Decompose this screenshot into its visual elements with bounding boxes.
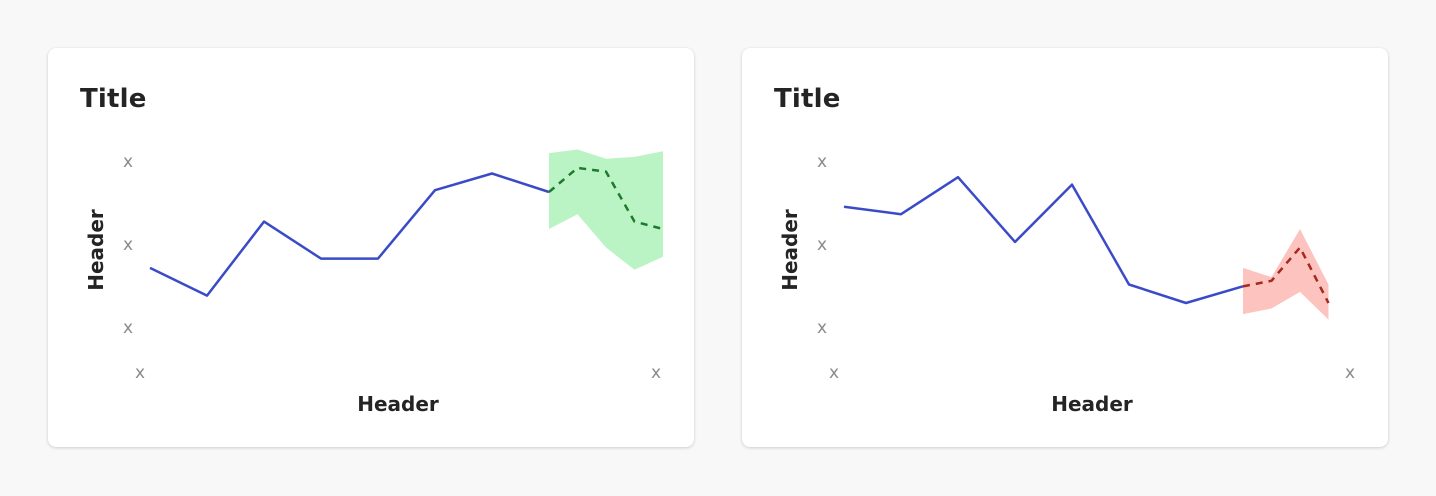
x-axis-title: Header [1051,392,1133,416]
x-tick-label: x [829,363,839,383]
actual-line [149,172,550,297]
y-axis-title: Header [778,209,802,291]
line-chart-right: x x x x x Header Header [778,152,1355,416]
x-axis-title: Header [357,392,439,416]
y-tick-label: x [123,318,133,338]
y-tick-label: x [817,152,827,172]
y-tick-label: x [123,152,133,172]
x-tick-label: x [1345,363,1355,383]
y-tick-label: x [123,235,133,255]
y-tick-label: x [817,318,827,338]
x-tick-label: x [651,363,661,383]
x-tick-label: x [135,363,145,383]
forecast-band [1243,229,1329,320]
y-axis-title: Header [84,209,108,291]
y-tick-label: x [817,235,827,255]
line-chart-left: x x x x x Header Header [84,149,664,416]
actual-line [843,175,1244,305]
chart-card-left: Title xxx xx Header Header [48,48,694,447]
forecast-band [549,149,663,270]
chart-card-right: Title xxx xx Header Header [742,48,1388,447]
